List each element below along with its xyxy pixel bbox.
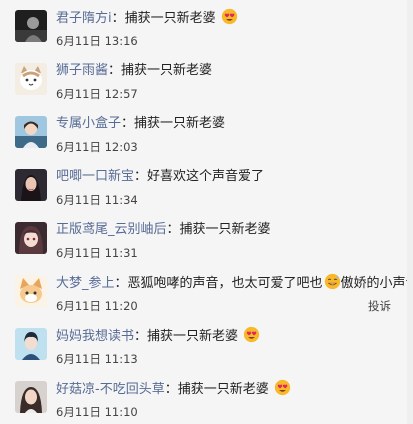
- comment-item: 狮子雨酱：捕获一只新老婆 6月11日 12:57: [0, 61, 413, 113]
- comment-time: 6月11日 13:16: [56, 34, 138, 48]
- avatar-anime-girl[interactable]: [15, 222, 47, 254]
- commenter-name[interactable]: 君子隋方i: [56, 11, 112, 26]
- scrollbar-track[interactable]: [407, 0, 413, 424]
- comment-time: 6月11日 11:13: [56, 352, 138, 366]
- comment-time: 6月11日 11:20: [56, 299, 138, 313]
- sweat-smile-emoji-icon: [324, 273, 340, 290]
- commenter-name[interactable]: 妈妈我想读书: [56, 329, 134, 344]
- avatar-girl-blue[interactable]: [15, 116, 47, 148]
- comment-text: 捕获一只新老婆: [124, 11, 216, 26]
- report-button[interactable]: 投诉: [368, 298, 391, 314]
- heart-eyes-emoji-icon: [244, 326, 260, 343]
- commenter-name[interactable]: 专属小盒子: [56, 116, 121, 131]
- commenter-name[interactable]: 好菇凉-不吃回头草: [56, 382, 165, 397]
- comment-item: 专属小盒子：捕获一只新老婆 6月11日 12:03: [0, 114, 413, 166]
- comment-item: 妈妈我想读书：捕获一只新老婆 6月11日 11:13: [0, 326, 413, 378]
- comment-item: 好菇凉-不吃回头草：捕获一只新老婆 6月11日 11:10: [0, 379, 413, 424]
- comment-text: 捕获一只新老婆: [179, 222, 271, 237]
- commenter-name[interactable]: 正版鸢尾_云别岫后: [56, 222, 167, 237]
- commenter-name[interactable]: 狮子雨酱: [56, 63, 108, 78]
- comment-item: 君子隋方i：捕获一只新老婆 6月11日 13:16: [0, 8, 413, 60]
- comment-text: 捕获一只新老婆: [147, 329, 239, 344]
- comment-item: 大梦_参上：恶狐咆哮的声音，也太可爱了吧也 傲娇的小声音 6月11日 11:20 …: [0, 273, 413, 325]
- avatar-fox-cartoon[interactable]: [15, 275, 47, 307]
- avatar-girl-photo[interactable]: [15, 381, 47, 413]
- comment-text: 捕获一只新老婆: [177, 382, 269, 397]
- comment-text: 捕获一只新老婆: [134, 116, 226, 131]
- comment-text: 捕获一只新老婆: [121, 63, 213, 78]
- comment-text-continuation: 傲娇的小声音: [340, 276, 413, 291]
- heart-eyes-emoji-icon: [274, 379, 291, 396]
- comment-text: 好喜欢这个声音爱了: [147, 169, 265, 184]
- comment-time: 6月11日 11:10: [56, 405, 138, 419]
- comment-time: 6月11日 11:31: [56, 246, 138, 260]
- comment-item: 吧唧一口新宝：好喜欢这个声音爱了 6月11日 11:34: [0, 167, 413, 219]
- comment-list: 君子隋方i：捕获一只新老婆 6月11日 13:16 狮子雨酱：捕获一只新老婆 6…: [0, 0, 413, 424]
- avatar-anime-boy[interactable]: [15, 328, 47, 360]
- comment-time: 6月11日 11:34: [56, 193, 138, 207]
- comment-time: 6月11日 12:57: [56, 87, 138, 101]
- commenter-name[interactable]: 吧唧一口新宝: [56, 169, 134, 184]
- commenter-name[interactable]: 大梦_参上: [56, 276, 115, 291]
- comment-text: 恶狐咆哮的声音，也太可爱了吧也: [127, 276, 323, 291]
- comment-item: 正版鸢尾_云别岫后：捕获一只新老婆 6月11日 11:31: [0, 220, 413, 272]
- avatar-cat-cartoon[interactable]: [15, 63, 47, 95]
- avatar-girl-dark[interactable]: [15, 169, 47, 201]
- heart-eyes-emoji-icon: [221, 8, 237, 25]
- avatar-dark-figure[interactable]: [15, 10, 47, 42]
- comment-time: 6月11日 12:03: [56, 140, 138, 154]
